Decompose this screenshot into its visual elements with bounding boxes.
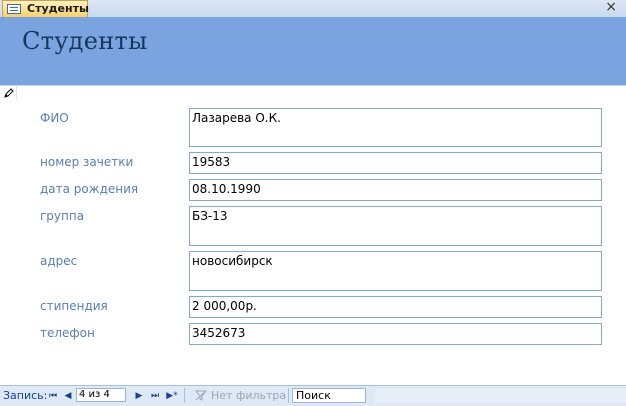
- prev-record-button[interactable]: ◀: [63, 390, 73, 402]
- label-gradebook: номер зачетки: [40, 155, 134, 169]
- search-input[interactable]: Поиск: [292, 388, 366, 403]
- tab-students[interactable]: Студенты: [2, 0, 89, 17]
- divider: [288, 388, 289, 403]
- label-birthdate: дата рождения: [40, 182, 139, 196]
- label-fio: ФИО: [40, 111, 69, 125]
- tab-label: Студенты: [27, 2, 89, 15]
- pencil-icon: [4, 88, 14, 98]
- document-tab-strip: Студенты ×: [0, 0, 626, 18]
- record-label: Запись:: [3, 389, 48, 402]
- fio-field[interactable]: Лазарева О.К.: [189, 108, 602, 147]
- group-field[interactable]: БЗ-13: [189, 206, 602, 246]
- first-record-button[interactable]: ⏮: [48, 390, 58, 402]
- label-phone: телефон: [40, 326, 95, 340]
- birthdate-field[interactable]: 08.10.1990: [189, 179, 602, 201]
- record-navigation-bar: Запись: ⏮ ◀ 4 из 4 ▶ ⏭ ▶* Нет фильтра По…: [0, 385, 626, 406]
- filter-button[interactable]: Нет фильтра: [195, 389, 287, 402]
- last-record-button[interactable]: ⏭: [150, 390, 160, 402]
- form-header: Студенты: [0, 17, 626, 86]
- divider: [184, 388, 185, 403]
- record-selector[interactable]: [0, 86, 17, 100]
- label-stipend: стипендия: [40, 299, 108, 313]
- filter-icon: [195, 390, 207, 401]
- record-counter[interactable]: 4 из 4: [76, 388, 126, 402]
- new-record-button[interactable]: ▶*: [165, 390, 179, 402]
- label-address: адрес: [40, 254, 78, 268]
- page-title: Студенты: [22, 27, 148, 55]
- form-icon: [7, 4, 21, 14]
- form-window: Студенты × Студенты ФИО Лазарева О.К. но…: [0, 0, 626, 406]
- stipend-field[interactable]: 2 000,00р.: [189, 296, 602, 318]
- label-group: группа: [40, 209, 85, 223]
- horizontal-scrollbar[interactable]: [375, 389, 626, 403]
- phone-field[interactable]: 3452673: [189, 323, 602, 345]
- address-field[interactable]: новосибирск: [189, 251, 602, 291]
- next-record-button[interactable]: ▶: [134, 390, 144, 402]
- filter-label: Нет фильтра: [211, 389, 287, 402]
- gradebook-field[interactable]: 19583: [189, 152, 602, 174]
- close-icon[interactable]: ×: [605, 0, 617, 15]
